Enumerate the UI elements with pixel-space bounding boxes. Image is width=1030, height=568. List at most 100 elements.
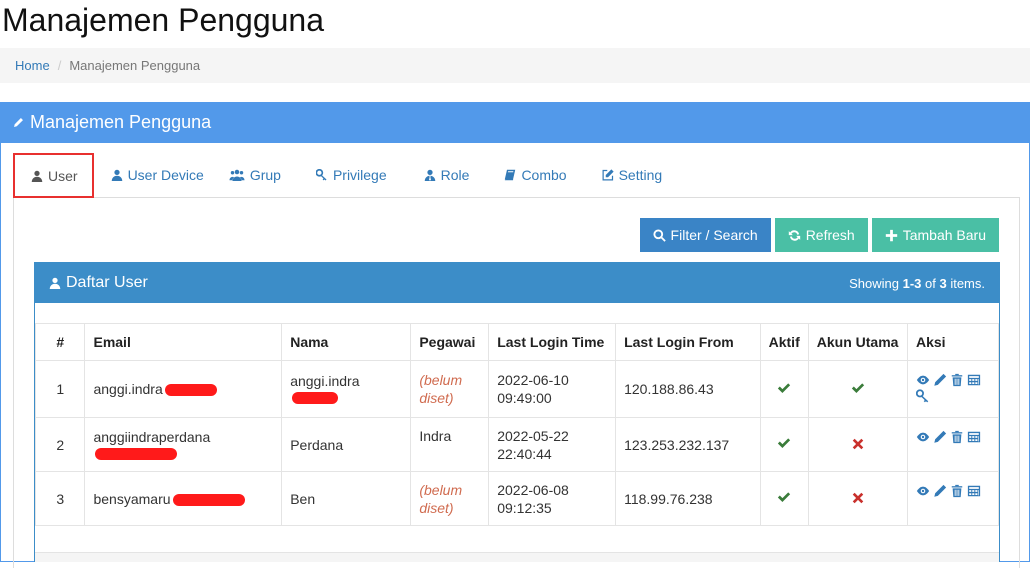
user-list-header: Daftar User Showing 1-3 of 3 items. [35,263,999,303]
panel-header: Manajemen Pengguna [1,102,1029,143]
column-header-last-login-time[interactable]: Last Login Time [488,323,617,361]
calculator-icon[interactable] [967,484,981,498]
row-number: 3 [34,471,86,526]
user-icon [49,277,61,289]
filter-search-label: Filter / Search [670,227,758,243]
tambah-baru-button[interactable]: Tambah Baru [871,218,999,252]
row-number: 2 [34,417,86,472]
tab-combo[interactable]: Combo [486,152,583,197]
privilege-key-icon[interactable] [916,389,930,403]
delete-trash-icon[interactable] [950,430,964,444]
book-icon [505,169,516,180]
users-icon [229,169,245,181]
breadcrumb-current: Manajemen Pengguna [69,58,201,73]
table-row: 3 bensyamaru Ben (belum diset) 2022-06-0… [34,471,999,526]
tab-grup[interactable]: Grup [221,152,298,197]
edit-icon [602,168,614,180]
nama-cell: Ben [281,471,412,526]
tab-label: Grup [249,166,281,183]
cross-icon [852,492,864,503]
edit-pencil-icon[interactable] [933,430,947,444]
user-table: # Email Nama Pegawai Last Login Time Las… [34,323,999,526]
column-header-number[interactable]: # [34,323,86,361]
check-icon [778,382,791,393]
view-eye-icon[interactable] [916,430,930,444]
pegawai-cell: (belum diset) [410,360,490,418]
filter-search-button[interactable]: Filter / Search [639,218,771,252]
user-list-title: Daftar User [66,274,148,291]
summary-text: Showing 1-3 of 3 items. [849,276,985,291]
redaction-mark [292,392,339,405]
redaction-mark [95,447,178,460]
page-title: Manajemen Pengguna [2,2,325,38]
delete-trash-icon[interactable] [950,373,964,387]
summary-total: 3 [939,275,947,291]
column-header-nama[interactable]: Nama [281,323,412,361]
nama-cell: anggi.indra [281,360,412,418]
pencil-icon [14,118,23,127]
edit-pencil-icon[interactable] [933,373,947,387]
column-header-akun-utama[interactable]: Akun Utama [807,323,909,361]
last-login-time-cell: 2022-06-08 09:12:35 [488,471,617,526]
email-text: anggiindraperdana [93,428,211,445]
column-header-pegawai[interactable]: Pegawai [410,323,490,361]
refresh-button[interactable]: Refresh [774,218,868,252]
table-row: 2 anggiindraperdana Perdana Indra 2022-0… [34,417,999,472]
tab-label: Privilege [332,166,387,183]
refresh-label: Refresh [805,227,855,243]
redaction-mark [172,493,245,506]
breadcrumb: Home / Manajemen Pengguna [0,48,1030,83]
akun-utama-cell [807,417,909,472]
tab-content-user: Filter / Search Refresh Tambah Baru Daft… [13,198,1020,568]
breadcrumb-home-link[interactable]: Home [15,58,50,73]
toolbar: Filter / Search Refresh Tambah Baru [639,218,999,252]
calculator-icon[interactable] [967,373,981,387]
edit-pencil-icon[interactable] [933,484,947,498]
key-icon [315,168,327,180]
tab-setting[interactable]: Setting [584,152,680,197]
check-icon [851,382,864,393]
table-header-row: # Email Nama Pegawai Last Login Time Las… [34,323,999,361]
tab-label: Setting [618,166,663,183]
pegawai-cell: Indra [410,417,490,472]
cross-icon [852,438,864,449]
summary-range: 1-3 [902,275,922,291]
tab-user[interactable]: User [13,153,94,198]
last-login-from-cell: 120.188.86.43 [615,360,761,418]
tab-role[interactable]: Role [404,152,487,197]
table-row: 1 anggi.indra anggi.indra (belum diset) … [34,360,999,418]
aksi-cell [907,417,999,472]
tab-label: User [48,167,78,184]
user-icon [111,169,122,181]
last-login-from-cell: 118.99.76.238 [615,471,761,526]
refresh-icon [788,229,800,241]
calculator-icon[interactable] [967,430,981,444]
list-footer [35,552,999,562]
breadcrumb-separator: / [57,58,62,73]
row-number: 1 [34,360,86,418]
check-icon [778,492,791,502]
user-list-panel: Daftar User Showing 1-3 of 3 items. # Em… [34,262,1000,562]
check-icon [778,438,791,448]
tab-label: Role [440,166,470,183]
tab-label: Combo [521,166,567,183]
email-text: bensyamaru [93,490,171,507]
delete-trash-icon[interactable] [950,484,964,498]
email-text: anggi.indra [93,381,163,397]
aksi-cell [907,471,999,526]
column-header-email[interactable]: Email [84,323,283,361]
tab-privilege[interactable]: Privilege [298,152,404,197]
search-icon [652,228,666,242]
summary-prefix: Showing [849,275,903,291]
last-login-time-cell: 2022-06-10 09:49:00 [488,360,617,418]
redaction-mark [164,384,217,397]
user-tie-icon [424,169,435,181]
tab-user-device[interactable]: User Device [94,152,221,197]
aktif-cell [759,417,809,472]
column-header-aktif[interactable]: Aktif [759,323,809,361]
aksi-cell [907,360,999,418]
column-header-last-login-from[interactable]: Last Login From [615,323,761,361]
view-eye-icon[interactable] [916,373,930,387]
pegawai-cell: (belum diset) [410,471,490,526]
view-eye-icon[interactable] [916,484,930,498]
